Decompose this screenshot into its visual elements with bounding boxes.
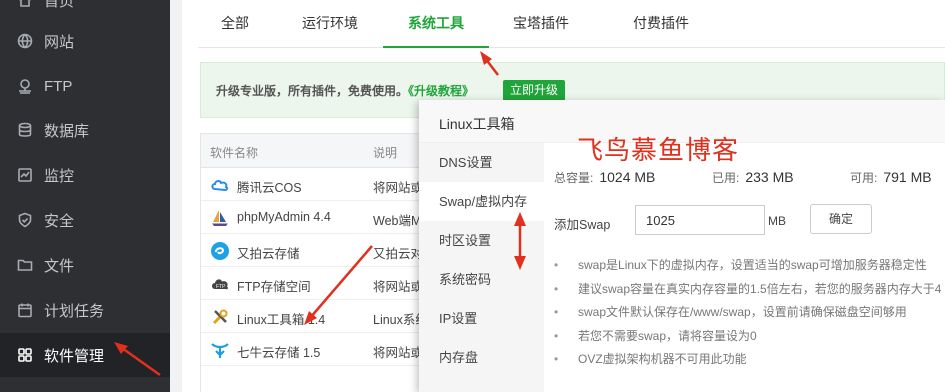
- sidebar-item-security[interactable]: 安全: [0, 198, 170, 242]
- dialog-title: Linux工具箱: [439, 116, 515, 132]
- software-name: phpMyAdmin 4.4: [237, 210, 331, 224]
- sidebar-item-label: 安全: [44, 212, 75, 230]
- watermark-text: 飞鸟慕鱼博客: [577, 136, 740, 166]
- sidebar-item-label: 软件管理: [44, 347, 105, 365]
- upgrade-button[interactable]: 立即升级: [503, 80, 566, 101]
- menu-ramdisk[interactable]: 内存盘: [419, 338, 544, 377]
- database-icon: [16, 121, 34, 139]
- tab-paid-plugins[interactable]: 付费插件: [628, 0, 694, 48]
- folder-icon: [16, 256, 34, 274]
- total-value: 1024 MB: [599, 169, 656, 185]
- swap-unit: MB: [768, 214, 786, 228]
- tab-bt-plugins[interactable]: 宝塔插件: [508, 0, 574, 48]
- tip-item: OVZ虚拟架构机器不可用此功能: [554, 350, 945, 374]
- cloud-icon: [211, 180, 229, 192]
- qiniu-icon: [211, 343, 229, 358]
- swap-size-input[interactable]: [635, 205, 765, 235]
- column-header-name: 软件名称: [210, 146, 259, 160]
- sidebar-item-files[interactable]: 文件: [0, 243, 170, 287]
- apps-icon: [16, 346, 34, 364]
- menu-swap[interactable]: Swap/虚拟内存: [419, 182, 544, 221]
- swap-label: 添加Swap: [554, 218, 611, 232]
- tab-all[interactable]: 全部: [210, 0, 260, 48]
- software-name: 腾讯云COS: [237, 181, 302, 195]
- total-capacity: 总容量: 1024 MB: [554, 169, 655, 186]
- sidebar-item-ftp[interactable]: FTP: [0, 64, 170, 108]
- upgrade-tutorial-link[interactable]: 《升级教程》: [408, 84, 474, 98]
- ftp-cloud-icon: FTP: [212, 279, 228, 290]
- sidebar: 首页 网站 FTP 数据库 监控 安全 文件 计划任务 软件管理: [0, 0, 170, 392]
- sidebar-item-label: FTP: [44, 77, 73, 95]
- swap-tips: swap是Linux下的虚拟内存，设置适当的swap可增加服务器稳定性 建议sw…: [554, 256, 945, 374]
- sidebar-item-monitor[interactable]: 监控: [0, 153, 170, 197]
- tools-icon: [212, 309, 228, 325]
- dialog-menu: DNS设置 Swap/虚拟内存 时区设置 系统密码 IP设置 内存盘: [419, 143, 544, 392]
- banner-text: 升级专业版，所有插件，免费使用。: [216, 84, 409, 98]
- swap-panel: 总容量: 1024 MB 已用: 233 MB 可用: 791 MB 添加Swap M…: [544, 143, 945, 392]
- menu-timezone[interactable]: 时区设置: [419, 221, 544, 260]
- confirm-button[interactable]: 确定: [810, 204, 872, 234]
- sidebar-item-label: 数据库: [44, 122, 90, 140]
- used-value: 233 MB: [745, 169, 794, 185]
- software-name: 七牛云存储 1.5: [237, 346, 321, 360]
- column-header-desc: 说明: [373, 146, 398, 160]
- free-label: 可用:: [850, 171, 878, 185]
- tip-item: swap是Linux下的虚拟内存，设置适当的swap可增加服务器稳定性: [554, 256, 945, 280]
- content-gutter: [170, 0, 182, 392]
- tip-item: swap文件默认保存在/www/swap，设置前请确保磁盘空间够用: [554, 303, 945, 327]
- home-icon: [16, 0, 34, 9]
- sidebar-item-label: 网站: [44, 33, 75, 51]
- tip-item: 建议swap容量在真实内存容量的1.5倍左右，若您的服务器内存大于4: [554, 280, 945, 304]
- sidebar-item-label: 首页: [44, 0, 75, 10]
- tab-system-tools[interactable]: 系统工具: [383, 0, 489, 48]
- svg-text:FTP: FTP: [216, 284, 226, 290]
- sidebar-item-website[interactable]: 网站: [0, 19, 170, 63]
- ftp-icon: [16, 77, 34, 95]
- software-name: 又拍云存储: [237, 247, 300, 261]
- software-name: FTP存储空间: [237, 280, 311, 294]
- software-name: Linux工具箱 1.4: [237, 313, 326, 327]
- globe-icon: [16, 32, 34, 50]
- sailboat-icon: [212, 210, 228, 226]
- tab-runtime[interactable]: 运行环境: [290, 0, 370, 48]
- category-tabs: 全部 运行环境 系统工具 宝塔插件 付费插件: [198, 0, 945, 48]
- monitor-icon: [16, 166, 34, 184]
- menu-password[interactable]: 系统密码: [419, 260, 544, 299]
- sidebar-item-software[interactable]: 软件管理: [0, 333, 170, 377]
- free-capacity: 可用: 791 MB: [850, 169, 932, 186]
- free-value: 791 MB: [883, 169, 932, 185]
- used-label: 已用:: [712, 171, 740, 185]
- sidebar-item-label: 文件: [44, 257, 75, 275]
- menu-ip[interactable]: IP设置: [419, 299, 544, 338]
- tip-item: 若您不需要swap，请将容量设为0: [554, 327, 945, 351]
- menu-dns[interactable]: DNS设置: [419, 143, 544, 182]
- shield-icon: [16, 211, 34, 229]
- total-label: 总容量:: [554, 171, 594, 185]
- calendar-icon: [16, 301, 34, 319]
- sidebar-item-cron[interactable]: 计划任务: [0, 288, 170, 332]
- sidebar-item-label: 计划任务: [44, 302, 105, 320]
- upyun-icon: [211, 242, 229, 260]
- used-capacity: 已用: 233 MB: [712, 169, 794, 186]
- sidebar-item-database[interactable]: 数据库: [0, 108, 170, 152]
- sidebar-item-label: 监控: [44, 167, 75, 185]
